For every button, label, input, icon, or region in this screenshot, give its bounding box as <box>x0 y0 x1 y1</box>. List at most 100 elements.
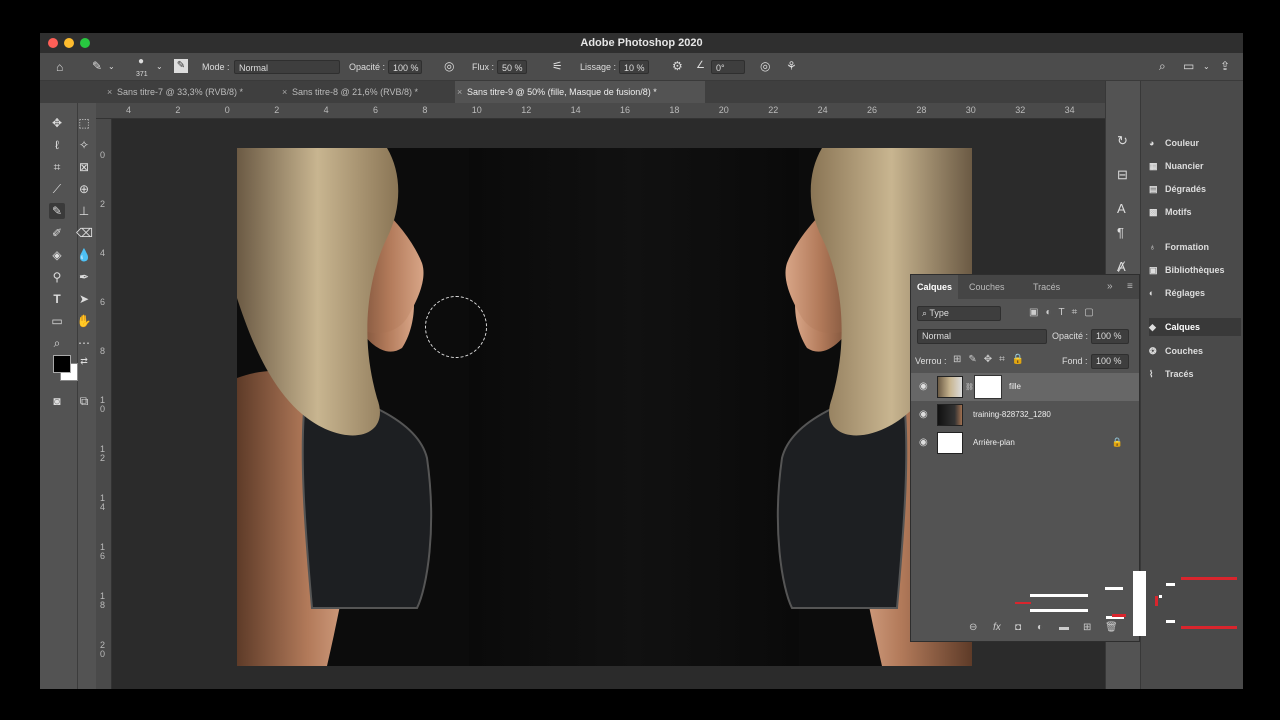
screen-mode-icon[interactable]: ⧉ <box>76 393 92 409</box>
pressure-opacity-icon[interactable]: ◎ <box>444 59 454 73</box>
photoshop-window: Adobe Photoshop 2020 ⌂ ✎ ⌄ ● 371 ⌄ ✎ Mod… <box>40 33 1243 689</box>
zoom-window-icon[interactable] <box>80 38 90 48</box>
search-icon[interactable]: ⌕ <box>1159 59 1166 73</box>
panel-calques[interactable]: ◆ Calques <box>1149 318 1241 336</box>
layer-mask-thumbnail[interactable] <box>974 375 1002 399</box>
panel-couleur[interactable]: ◕ Couleur <box>1149 134 1241 152</box>
magic-wand-icon[interactable]: ✧ <box>76 137 92 153</box>
tab-traces[interactable]: Tracés <box>1027 275 1066 299</box>
gear-icon[interactable]: ⚙ <box>672 59 683 73</box>
brush-tool-icon[interactable]: ✎ <box>92 59 102 73</box>
layer-row-fille[interactable]: ◉ ⛓ fille <box>911 373 1139 401</box>
close-window-icon[interactable] <box>48 38 58 48</box>
quick-mask-icon[interactable]: ◙ <box>49 393 65 409</box>
marquee-tool-icon[interactable]: ⬚ <box>76 115 92 131</box>
close-tab-icon[interactable]: × <box>282 81 287 103</box>
mode-select[interactable]: Normal <box>234 60 340 74</box>
share-icon[interactable]: ⇪ <box>1220 59 1230 73</box>
add-mask-icon[interactable]: ◘ <box>1015 622 1021 633</box>
home-icon[interactable]: ⌂ <box>56 60 63 74</box>
history-brush-icon[interactable]: ✐ <box>49 225 65 241</box>
tab-sans-titre-9[interactable]: × Sans titre-9 @ 50% (fille, Masque de f… <box>455 81 705 103</box>
paragraph-panel-icon[interactable]: ¶ <box>1117 225 1124 240</box>
more-tools-icon[interactable]: ⋯ <box>76 335 92 351</box>
swap-colors-icon[interactable]: ⇄ <box>76 353 92 369</box>
workspace-chevron-icon[interactable]: ⌄ <box>1203 60 1210 74</box>
new-layer-icon[interactable]: ⊞ <box>1083 622 1091 633</box>
dodge-tool-icon[interactable]: ⚲ <box>49 269 65 285</box>
foreground-color-swatch[interactable] <box>53 355 71 373</box>
panel-motifs[interactable]: ▩ Motifs <box>1149 203 1241 221</box>
pen-tool-icon[interactable]: ✒ <box>76 269 92 285</box>
close-tab-icon[interactable]: × <box>457 81 462 103</box>
smoothing-input[interactable]: 10 % <box>619 60 649 74</box>
vertical-ruler: 0 2 4 6 8 10 12 14 16 18 20 <box>96 119 112 689</box>
history-panel-icon[interactable]: ↻ <box>1117 133 1128 149</box>
panel-reglages[interactable]: ◐ Réglages <box>1149 284 1241 302</box>
eyedropper-icon[interactable]: ⟋ <box>49 181 65 197</box>
document-canvas[interactable] <box>237 148 972 666</box>
crop-tool-icon[interactable]: ⌗ <box>49 159 65 175</box>
move-tool-icon[interactable]: ✥ <box>49 115 65 131</box>
eraser-icon[interactable]: ⌫ <box>76 225 93 241</box>
tab-sans-titre-7[interactable]: × Sans titre-7 @ 33,3% (RVB/8) * <box>105 81 277 103</box>
hand-tool-icon[interactable]: ✋ <box>76 313 92 329</box>
frame-tool-icon[interactable]: ⊠ <box>76 159 92 175</box>
collapse-icon[interactable]: » <box>1101 275 1119 299</box>
lock-icons[interactable]: ⊞✎✥⌗🔒 <box>953 354 1031 365</box>
character-panel-icon[interactable]: A <box>1117 201 1126 216</box>
new-group-icon[interactable]: ▬ <box>1059 622 1069 633</box>
airbrush-icon[interactable]: ⚟ <box>552 59 563 73</box>
path-selection-icon[interactable]: ➤ <box>76 291 92 307</box>
chevron-down-icon[interactable]: ⌄ <box>108 60 115 74</box>
close-tab-icon[interactable]: × <box>107 81 112 103</box>
fill-input[interactable]: 100 % <box>1091 354 1129 369</box>
layer-row-training[interactable]: ◉ training-828732_1280 <box>911 401 1139 429</box>
tab-calques[interactable]: Calques <box>911 275 959 299</box>
symmetry-icon[interactable]: ⚘ <box>786 59 797 73</box>
visibility-eye-icon[interactable]: ◉ <box>919 381 928 392</box>
flow-input[interactable]: 50 % <box>497 60 527 74</box>
type-tool-icon[interactable]: T <box>49 291 65 307</box>
brush-tool-icon[interactable]: ✎ <box>49 203 65 219</box>
rectangle-tool-icon[interactable]: ▭ <box>49 313 65 329</box>
link-icon[interactable]: ⛓ <box>965 383 974 391</box>
stamp-tool-icon[interactable]: ⊥ <box>76 203 92 219</box>
panel-couches[interactable]: ❂ Couches <box>1149 342 1241 360</box>
filter-icons[interactable]: ▣◐T⌗▢ <box>1029 307 1101 318</box>
layer-filter-select[interactable]: ⌕ Type <box>917 306 1001 321</box>
blur-tool-icon[interactable]: 💧 <box>76 247 92 263</box>
blend-mode-select[interactable]: Normal <box>917 329 1047 344</box>
lasso-tool-icon[interactable]: ℓ <box>49 137 65 153</box>
layer-row-arriere-plan[interactable]: ◉ Arrière-plan 🔒 <box>911 429 1139 457</box>
brush-preset-chevron-icon[interactable]: ⌄ <box>156 60 163 74</box>
panel-nuancier[interactable]: ▦ Nuancier <box>1149 157 1241 175</box>
visibility-eye-icon[interactable]: ◉ <box>919 437 928 448</box>
fx-icon[interactable]: fx <box>993 622 1001 633</box>
link-layers-icon[interactable]: ⊖ <box>969 622 977 633</box>
delete-layer-icon[interactable]: 🗑 <box>1105 622 1118 633</box>
panel-degrades[interactable]: ▤ Dégradés <box>1149 180 1241 198</box>
zoom-tool-icon[interactable]: ⌕ <box>49 335 65 351</box>
panel-bibliotheques[interactable]: ▣ Bibliothèques <box>1149 261 1241 279</box>
angle-input[interactable]: 0° <box>711 60 745 74</box>
glyphs-panel-icon[interactable]: Ⱥ <box>1117 259 1126 274</box>
panel-formation[interactable]: ♁ Formation <box>1149 238 1241 256</box>
tab-sans-titre-8[interactable]: × Sans titre-8 @ 21,6% (RVB/8) * <box>280 81 452 103</box>
visibility-eye-icon[interactable]: ◉ <box>919 409 928 420</box>
panel-traces[interactable]: ⌇ Tracés <box>1149 365 1241 383</box>
adjustment-layer-icon[interactable]: ◐ <box>1037 622 1043 633</box>
healing-brush-icon[interactable]: ⊕ <box>76 181 92 197</box>
opacity-input[interactable]: 100 % <box>388 60 422 74</box>
brush-preset-icon[interactable]: ● <box>138 55 144 69</box>
brush-settings-icon[interactable]: ✎ <box>174 59 188 73</box>
tab-couches[interactable]: Couches <box>963 275 1011 299</box>
paint-bucket-icon[interactable]: ◈ <box>49 247 65 263</box>
minimize-window-icon[interactable] <box>64 38 74 48</box>
layer-opacity-input[interactable]: 100 % <box>1091 329 1129 344</box>
workspace-icon[interactable]: ▭ <box>1183 59 1194 73</box>
ruler-tick-label: 8 <box>100 346 106 356</box>
panel-menu-icon[interactable]: ≡ <box>1121 275 1139 299</box>
properties-panel-icon[interactable]: ⊟ <box>1117 167 1128 183</box>
pressure-size-icon[interactable]: ◎ <box>760 59 770 73</box>
